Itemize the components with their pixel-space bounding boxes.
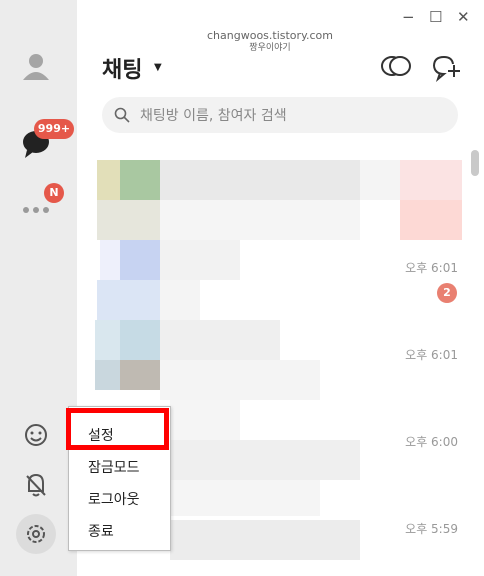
avatar xyxy=(120,320,160,360)
new-chat-icon[interactable] xyxy=(430,52,462,83)
avatar xyxy=(120,360,160,390)
avatar xyxy=(95,360,120,390)
chats-badge: 999+ xyxy=(34,119,74,139)
menu-item-quit[interactable]: 종료 xyxy=(88,521,114,541)
avatar xyxy=(97,280,160,320)
sidebar: 999+ N xyxy=(0,0,77,576)
open-chat-icon[interactable] xyxy=(380,52,412,82)
menu-item-lock-mode[interactable]: 잠금모드 xyxy=(88,457,140,477)
table-row[interactable] xyxy=(160,240,240,280)
page-title[interactable]: 채팅 xyxy=(102,52,142,84)
chat-time: 오후 6:01 xyxy=(405,348,458,362)
minimize-button[interactable]: − xyxy=(402,8,415,26)
close-button[interactable]: ✕ xyxy=(457,8,470,26)
table-row xyxy=(160,280,200,320)
bell-off-icon[interactable] xyxy=(18,466,54,502)
table-row xyxy=(170,480,320,516)
avatar xyxy=(95,320,120,360)
table-row[interactable] xyxy=(170,440,360,480)
chat-time: 오후 6:01 xyxy=(405,261,458,275)
gear-icon[interactable] xyxy=(16,514,56,554)
table-row[interactable] xyxy=(160,320,280,360)
table-row xyxy=(360,160,400,200)
chevron-down-icon[interactable]: ▼ xyxy=(154,62,162,73)
avatar xyxy=(97,200,160,240)
scrollbar[interactable] xyxy=(471,150,479,176)
highlight-box xyxy=(66,408,169,450)
unread-badge: 2 xyxy=(437,283,457,303)
profile-icon[interactable] xyxy=(18,50,54,86)
table-row xyxy=(400,160,462,200)
more-badge: N xyxy=(44,183,64,203)
table-row xyxy=(170,400,240,440)
table-row xyxy=(160,200,360,240)
avatar xyxy=(120,160,160,200)
avatar xyxy=(97,160,120,200)
chat-time: 오후 6:00 xyxy=(405,435,458,449)
table-row xyxy=(160,360,320,400)
table-row[interactable] xyxy=(170,520,360,560)
search-box[interactable] xyxy=(102,97,458,133)
table-row[interactable] xyxy=(160,160,360,200)
table-row xyxy=(400,200,462,240)
watermark-line2: 짱우이야기 xyxy=(249,43,291,53)
chat-time: 오후 5:59 xyxy=(405,522,458,536)
watermark: changwoos.tistory.com 짱우이야기 xyxy=(200,30,340,54)
search-input[interactable] xyxy=(138,103,442,129)
maximize-button[interactable]: ☐ xyxy=(429,8,442,26)
avatar xyxy=(100,240,120,280)
emoji-icon[interactable] xyxy=(18,417,54,453)
avatar xyxy=(120,240,160,280)
watermark-line1: changwoos.tistory.com xyxy=(207,29,333,42)
search-icon xyxy=(114,107,130,123)
menu-item-logout[interactable]: 로그아웃 xyxy=(88,489,140,509)
